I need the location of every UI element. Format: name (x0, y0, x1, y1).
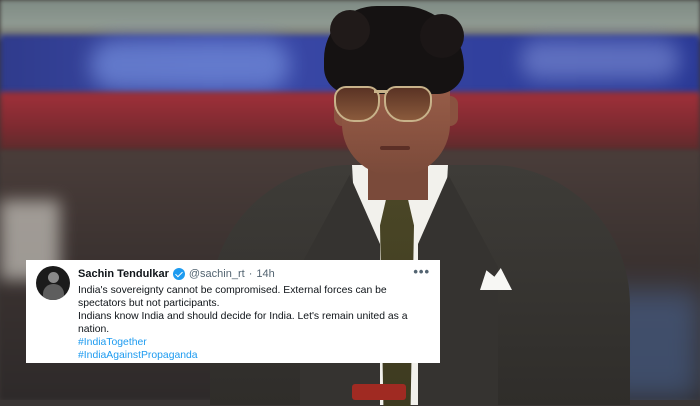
tweet-line: India's sovereignty cannot be compromise… (78, 285, 387, 296)
author-handle[interactable]: @sachin_rt (189, 268, 245, 280)
avatar-head (48, 272, 59, 283)
mouth (380, 146, 410, 150)
timestamp[interactable]: 14h (256, 268, 274, 280)
tweet-header: Sachin Tendulkar @sachin_rt · 14h (78, 266, 430, 282)
tweet-line: spectators but not participants. (78, 298, 220, 309)
author-name[interactable]: Sachin Tendulkar (78, 268, 169, 280)
avatar-body (43, 284, 64, 300)
verified-badge-icon (172, 268, 185, 280)
sunglasses-bridge (374, 90, 388, 93)
more-options-icon[interactable]: ••• (413, 264, 430, 279)
tweet-text: India's sovereignty cannot be compromise… (78, 284, 430, 362)
hashtag-link[interactable]: #IndiaTogether (78, 336, 430, 349)
separator: · (248, 268, 253, 280)
lanyard-badge (352, 384, 406, 400)
hashtag-link[interactable]: #IndiaAgainstPropaganda (78, 349, 430, 362)
hair-curl (330, 10, 370, 50)
tweet-card: Sachin Tendulkar @sachin_rt · 14h ••• In… (26, 260, 440, 363)
hair-curl (420, 14, 464, 58)
sunglasses-lens (384, 86, 432, 122)
tweet-line: Indians know India and should decide for… (78, 311, 408, 322)
avatar[interactable] (36, 266, 70, 300)
tweet-line: nation. (78, 324, 110, 335)
